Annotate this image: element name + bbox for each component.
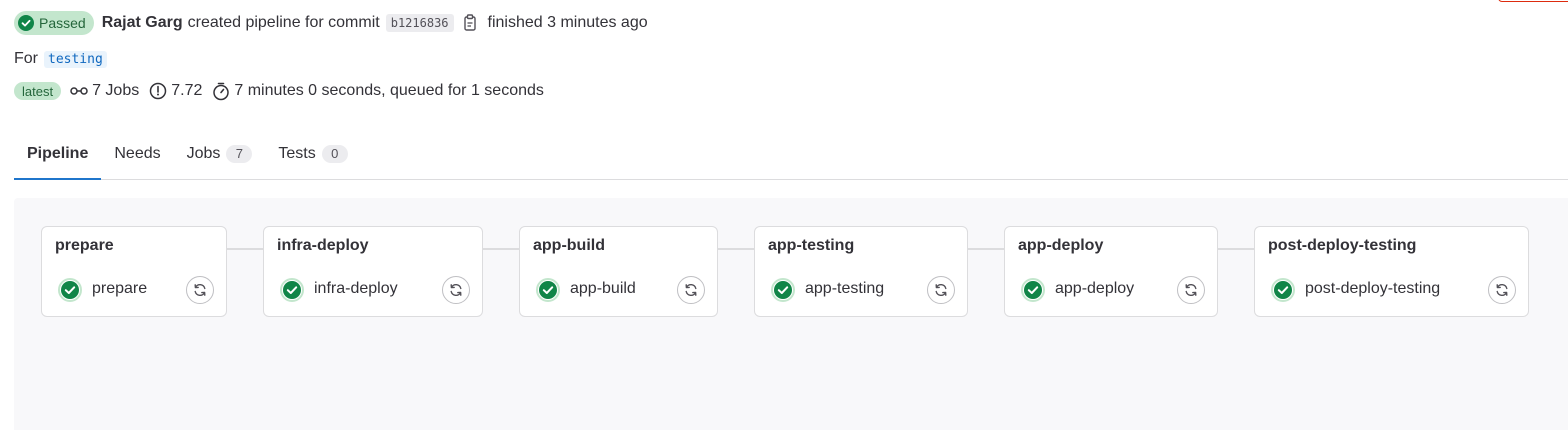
copy-icon[interactable] bbox=[462, 14, 478, 32]
job-name: app-deploy bbox=[1055, 280, 1135, 297]
latest-badge: latest bbox=[14, 82, 62, 100]
job-item[interactable]: app-deploy bbox=[1013, 271, 1209, 309]
tab-tests[interactable]: Tests 0 bbox=[265, 128, 360, 179]
job-item[interactable]: post-deploy-testing bbox=[1263, 271, 1520, 309]
retry-button[interactable] bbox=[677, 276, 705, 304]
retry-icon bbox=[450, 283, 462, 297]
stage-column: prepare prepare bbox=[41, 226, 227, 317]
retry-icon bbox=[194, 283, 206, 297]
stage-column: post-deploy-testing post-deploy-testing bbox=[1254, 226, 1529, 317]
retry-icon bbox=[685, 283, 697, 297]
status-success-icon bbox=[18, 15, 34, 31]
status-success-icon bbox=[279, 277, 305, 303]
pipeline-header: Passed Rajat Garg created pipeline for c… bbox=[14, 10, 648, 36]
jobs-text: 7 Jobs bbox=[92, 82, 140, 99]
status-badge[interactable]: Passed bbox=[14, 11, 94, 35]
stage-title: post-deploy-testing bbox=[1268, 237, 1417, 254]
timer-icon bbox=[149, 82, 167, 100]
stage-title: infra-deploy bbox=[277, 237, 369, 254]
status-success-icon bbox=[57, 277, 83, 303]
stage-connector bbox=[1218, 248, 1254, 250]
pipeline-icon bbox=[70, 84, 88, 98]
compute-text: 7.72 bbox=[171, 82, 203, 99]
ref-row: For testing bbox=[14, 48, 107, 70]
stage-column: app-build app-build bbox=[519, 226, 718, 317]
tab-pipeline[interactable]: Pipeline bbox=[14, 128, 102, 180]
duration-text: 7 minutes 0 seconds, queued for 1 second… bbox=[234, 82, 544, 99]
tab-label: Pipeline bbox=[27, 144, 89, 162]
for-label: For bbox=[14, 50, 38, 67]
stage-connector bbox=[227, 248, 263, 250]
retry-button[interactable] bbox=[1177, 276, 1205, 304]
job-name: app-testing bbox=[805, 280, 885, 297]
job-item[interactable]: app-build bbox=[528, 271, 709, 309]
stage-title: prepare bbox=[55, 237, 114, 254]
retry-icon bbox=[935, 283, 947, 297]
stage-column: infra-deploy infra-deploy bbox=[263, 226, 483, 317]
status-success-icon bbox=[1270, 277, 1296, 303]
tab-count-badge: 0 bbox=[321, 144, 348, 163]
stage-column: app-testing app-testing bbox=[754, 226, 968, 317]
job-item[interactable]: app-testing bbox=[763, 271, 959, 309]
stage-title: app-deploy bbox=[1018, 237, 1104, 254]
job-item[interactable]: infra-deploy bbox=[272, 271, 474, 309]
compute-credits: 7.72 bbox=[149, 82, 202, 100]
retry-button[interactable] bbox=[186, 276, 214, 304]
tab-label: Jobs bbox=[186, 144, 221, 162]
stage-connector bbox=[718, 248, 754, 250]
status-label: Passed bbox=[39, 15, 86, 31]
ref-link[interactable]: testing bbox=[44, 50, 107, 68]
status-success-icon bbox=[770, 277, 796, 303]
retry-icon bbox=[1185, 283, 1197, 297]
pipeline-meta: latest 7 Jobs 7.72 7 minutes 0 seconds, … bbox=[14, 80, 554, 102]
job-name: app-build bbox=[570, 280, 636, 297]
pipeline-tabs: Pipeline Needs Jobs 7 Tests 0 bbox=[14, 128, 1568, 180]
stage-connector bbox=[483, 248, 519, 250]
retry-button[interactable] bbox=[442, 276, 470, 304]
job-item[interactable]: prepare bbox=[50, 271, 218, 309]
tab-needs[interactable]: Needs bbox=[101, 128, 173, 179]
stage-title: app-testing bbox=[768, 237, 855, 254]
stage-column: app-deploy app-deploy bbox=[1004, 226, 1218, 317]
retry-button[interactable] bbox=[1488, 276, 1516, 304]
stopwatch-icon bbox=[212, 82, 230, 101]
tab-jobs[interactable]: Jobs 7 bbox=[174, 128, 266, 179]
author-link[interactable]: Rajat Garg bbox=[102, 14, 183, 32]
retry-icon bbox=[1496, 283, 1508, 297]
job-name: infra-deploy bbox=[314, 280, 398, 297]
retry-button[interactable] bbox=[927, 276, 955, 304]
tab-label: Needs bbox=[114, 144, 161, 162]
duration: 7 minutes 0 seconds, queued for 1 second… bbox=[212, 82, 544, 101]
commit-sha-link[interactable]: b1216836 bbox=[385, 14, 454, 32]
header-action-button[interactable] bbox=[1498, 0, 1568, 2]
stage-connector bbox=[968, 248, 1004, 250]
jobs-count: 7 Jobs bbox=[70, 82, 139, 100]
tab-count-badge: 7 bbox=[226, 144, 253, 163]
action-text: created pipeline for commit bbox=[187, 14, 380, 31]
finished-text: finished 3 minutes ago bbox=[487, 14, 648, 31]
job-name: prepare bbox=[92, 280, 148, 297]
job-name: post-deploy-testing bbox=[1305, 280, 1441, 297]
status-success-icon bbox=[1020, 277, 1046, 303]
tab-label: Tests bbox=[278, 144, 316, 162]
status-success-icon bbox=[535, 277, 561, 303]
stage-title: app-build bbox=[533, 237, 605, 254]
